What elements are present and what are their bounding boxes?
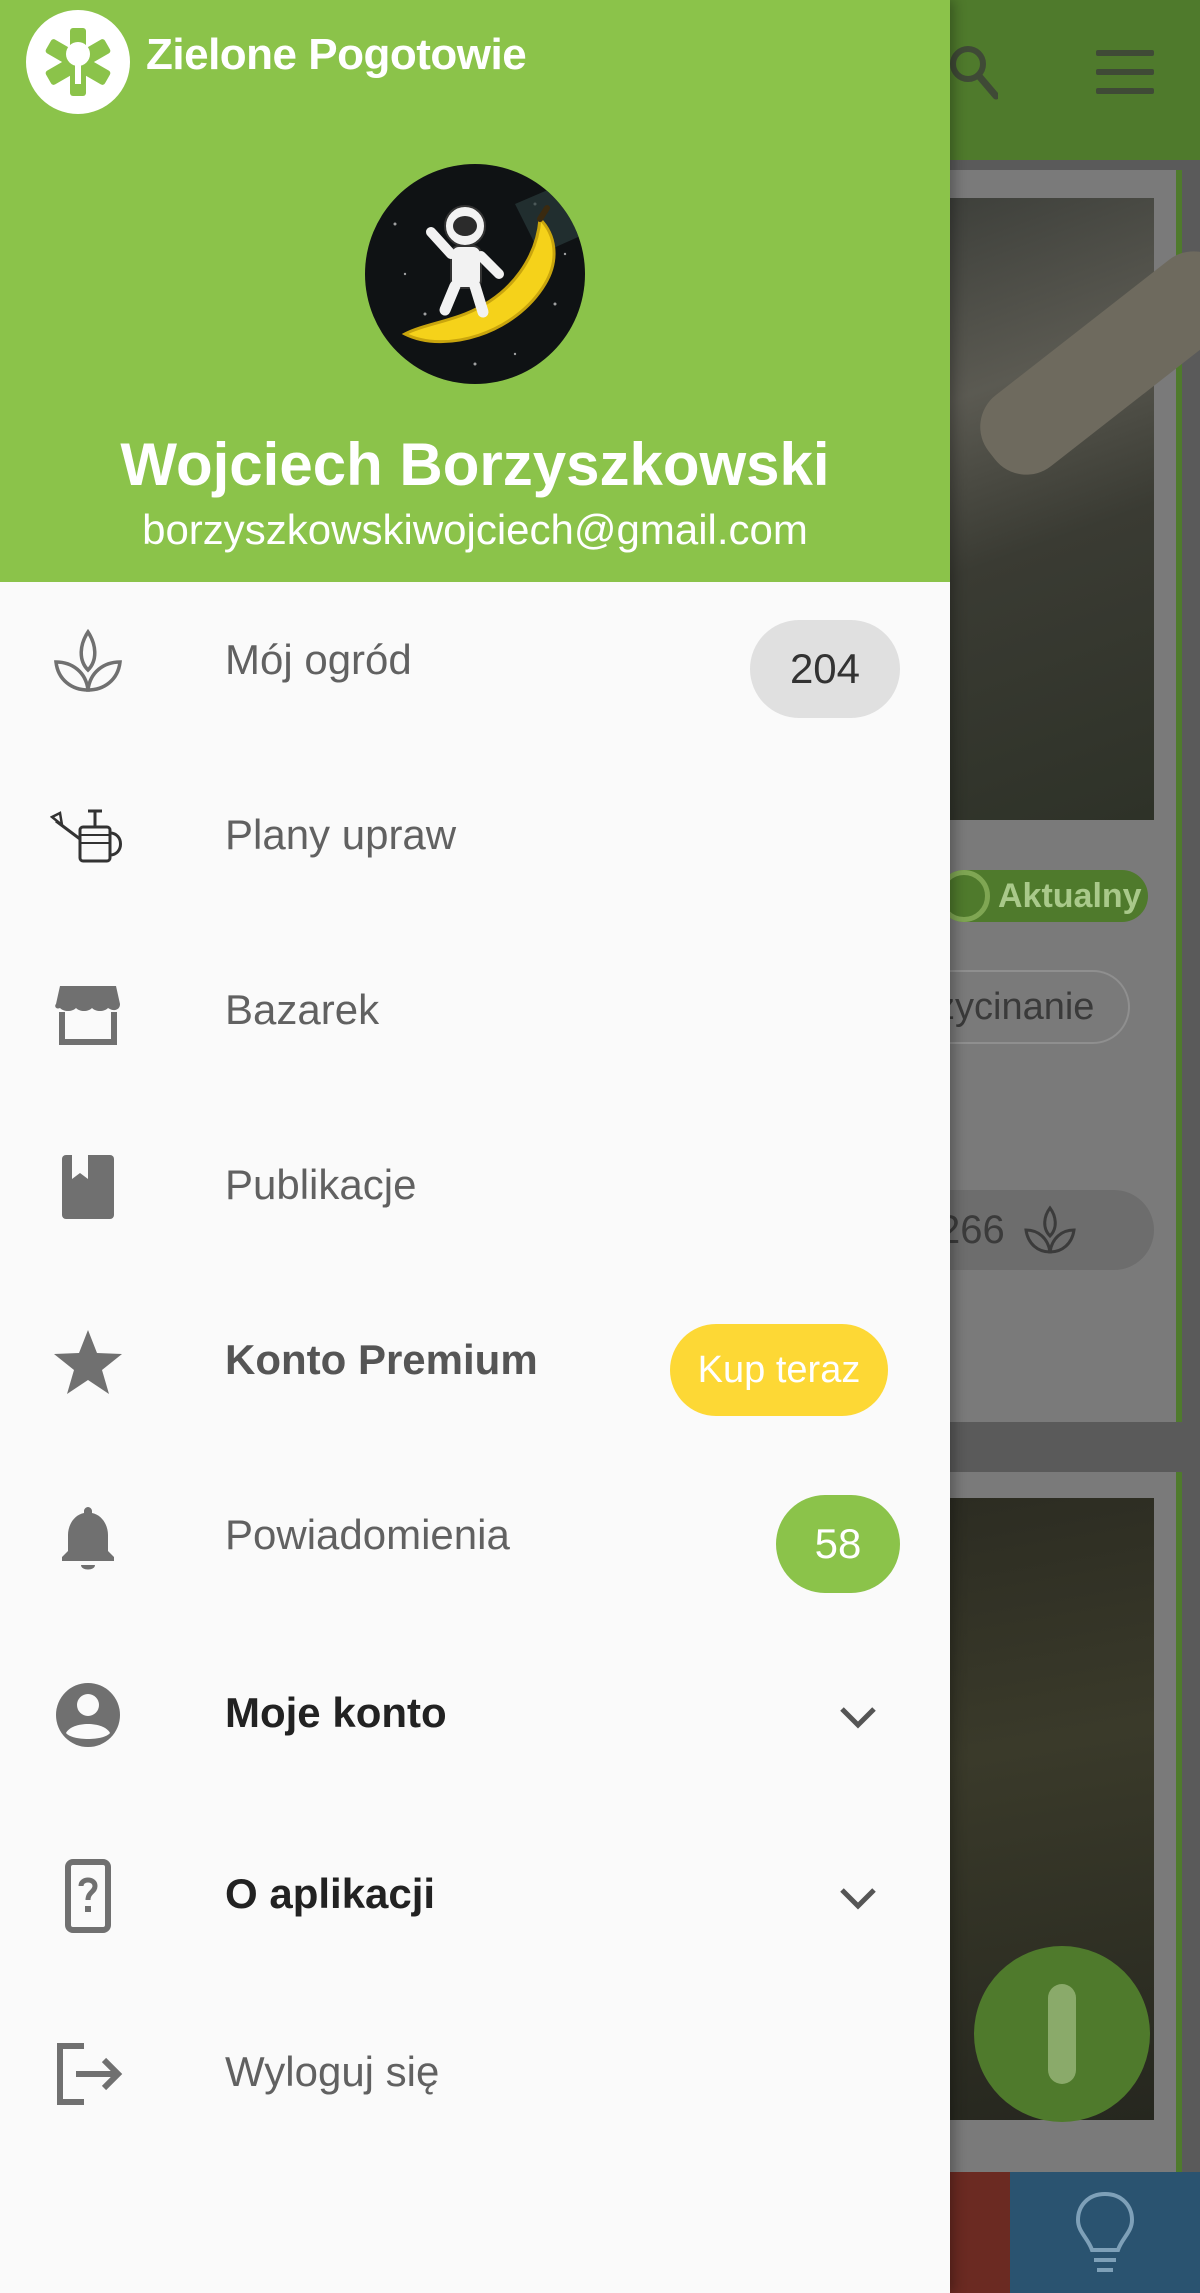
- garden-count-badge: 204: [750, 620, 900, 718]
- menu-item-label: Plany upraw: [225, 811, 457, 858]
- app-title: Zielone Pogotowie: [146, 30, 527, 79]
- bottom-nav-item[interactable]: [950, 2172, 1010, 2293]
- user-email: borzyszkowskiwojciech@gmail.com: [142, 506, 808, 553]
- menu-item-label: Publikacje: [225, 1161, 417, 1208]
- account-circle-icon: [56, 1683, 120, 1747]
- card-photo: [930, 198, 1200, 820]
- chevron-down-icon[interactable]: [834, 1874, 882, 1922]
- user-name: Wojciech Borzyszkowski: [120, 431, 830, 498]
- star-icon: [54, 1330, 122, 1394]
- notifications-count-badge: 58: [776, 1495, 900, 1593]
- menu-item-label: Moje konto: [225, 1689, 447, 1736]
- drawer-header: Zielone Pogotowie Wojciech Borzyszkowski…: [0, 0, 950, 582]
- navigation-drawer: Zielone Pogotowie Wojciech Borzyszkowski…: [0, 0, 950, 2293]
- menu-item-label: Wyloguj się: [225, 2048, 440, 2095]
- chevron-down-icon[interactable]: [834, 1693, 882, 1741]
- menu-item-notifications[interactable]: Powiadomienia 58: [0, 1457, 950, 1617]
- menu-item-publications[interactable]: Publikacje: [0, 1107, 950, 1267]
- menu-item-logout[interactable]: Wyloguj się: [0, 1994, 950, 2154]
- store-icon: [55, 986, 120, 1045]
- menu-item-label: Mój ogród: [225, 636, 412, 683]
- hamburger-menu-icon[interactable]: [1096, 50, 1154, 94]
- plant-leaves-icon: [54, 628, 122, 692]
- menu-item-bazaar[interactable]: Bazarek: [0, 932, 950, 1092]
- avatar[interactable]: [365, 164, 585, 384]
- plant-leaves-icon: [1024, 1205, 1076, 1254]
- bell-icon: [62, 1507, 114, 1570]
- watering-can-icon: [50, 809, 122, 863]
- menu-item-label: Powiadomienia: [225, 1511, 510, 1558]
- thermometer-icon: [1048, 1984, 1076, 2084]
- book-icon: [62, 1155, 114, 1219]
- menu-item-label: O aplikacji: [225, 1870, 436, 1917]
- bottom-nav-item[interactable]: [1010, 2172, 1200, 2293]
- menu-item-my-garden[interactable]: Mój ogród 204: [0, 582, 950, 742]
- thermometer-fab[interactable]: [974, 1946, 1150, 2122]
- tag-chip[interactable]: zycinanie: [930, 970, 1130, 1044]
- search-icon[interactable]: [948, 44, 998, 100]
- app-logo-icon: [26, 10, 130, 114]
- logout-icon: [57, 2043, 123, 2105]
- menu-item-premium[interactable]: Konto Premium Kup teraz: [0, 1282, 950, 1442]
- menu-item-my-account[interactable]: Moje konto: [0, 1635, 950, 1795]
- menu-item-crop-plans[interactable]: Plany upraw: [0, 757, 950, 917]
- menu-item-label: Bazarek: [225, 986, 380, 1033]
- lightbulb-icon: [1075, 2191, 1135, 2272]
- menu-item-about-app[interactable]: O aplikacji: [0, 1816, 950, 1976]
- buy-premium-button[interactable]: Kup teraz: [670, 1324, 888, 1416]
- plant-count: 266: [930, 1190, 1154, 1270]
- menu-item-label: Konto Premium: [225, 1336, 538, 1383]
- background-card[interactable]: Aktualny zycinanie 266: [930, 170, 1200, 1422]
- status-badge: Aktualny: [938, 870, 1148, 922]
- phone-question-icon: [65, 1859, 111, 1933]
